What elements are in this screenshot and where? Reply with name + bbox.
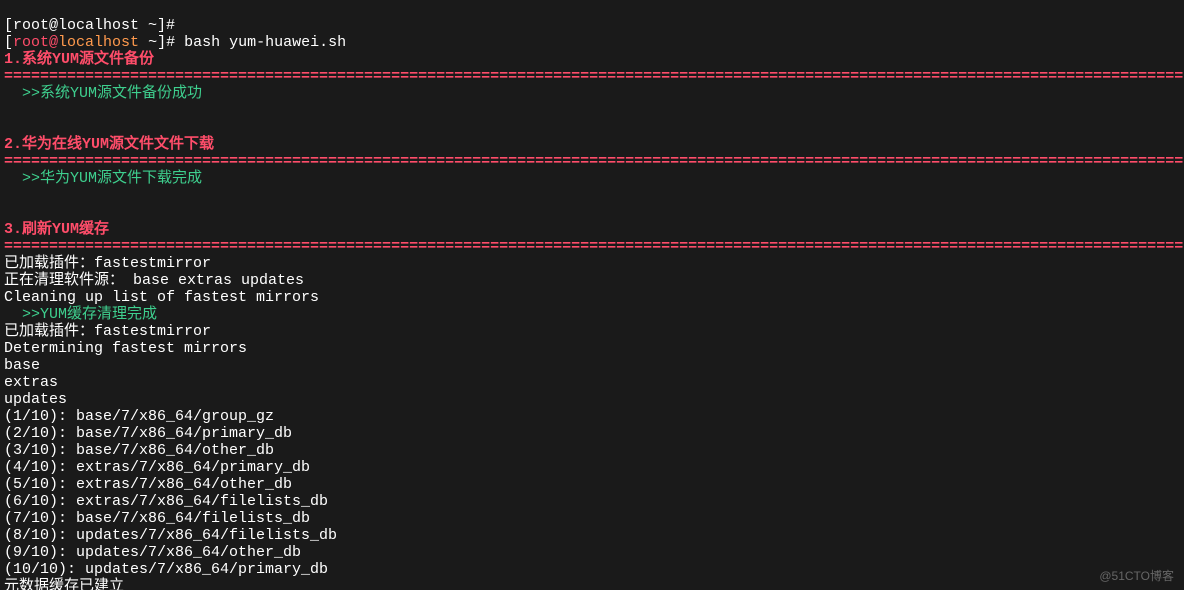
out-line: (5/10): extras/7/x86_64/other_db [4, 476, 292, 493]
blank [4, 204, 13, 221]
out-line: (4/10): extras/7/x86_64/primary_db [4, 459, 310, 476]
section3-title: 3.刷新YUM缓存 [4, 221, 109, 238]
terminal-output[interactable]: [root@localhost ~]# [root@localhost ~]# … [0, 0, 1184, 590]
watermark: @51CTO博客 [1099, 567, 1174, 584]
blank [4, 102, 13, 119]
section1-title: 1.系统YUM源文件备份 [4, 51, 154, 68]
command-text: bash yum-huawei.sh [184, 34, 346, 51]
prompt-line-0: [root@localhost ~]# [4, 17, 175, 34]
blank [4, 187, 13, 204]
out-line: Determining fastest mirrors [4, 340, 247, 357]
out-line: base [4, 357, 40, 374]
out-line: 已加载插件：fastestmirror [4, 323, 211, 340]
out-line: (7/10): base/7/x86_64/filelists_db [4, 510, 310, 527]
out-line: extras [4, 374, 58, 391]
out-line: (9/10): updates/7/x86_64/other_db [4, 544, 301, 561]
out-line: (3/10): base/7/x86_64/other_db [4, 442, 274, 459]
out-line: Cleaning up list of fastest mirrors [4, 289, 319, 306]
divider-2: ========================================… [4, 153, 1184, 170]
out-line: (6/10): extras/7/x86_64/filelists_db [4, 493, 328, 510]
divider-3: ========================================… [4, 238, 1184, 255]
out-line: (8/10): updates/7/x86_64/filelists_db [4, 527, 337, 544]
section1-success: >>系统YUM源文件备份成功 [4, 85, 202, 102]
out-line: (2/10): base/7/x86_64/primary_db [4, 425, 292, 442]
clean-success: >>YUM缓存清理完成 [4, 306, 157, 323]
out-line: updates [4, 391, 67, 408]
divider-1: ========================================… [4, 68, 1184, 85]
prompt-line-1: [root@localhost ~]# bash yum-huawei.sh [4, 34, 346, 51]
out-line: 已加载插件：fastestmirror [4, 255, 211, 272]
out-line: (1/10): base/7/x86_64/group_gz [4, 408, 274, 425]
out-line: 正在清理软件源： base extras updates [4, 272, 304, 289]
out-line: 元数据缓存已建立 [4, 578, 124, 590]
out-line: (10/10): updates/7/x86_64/primary_db [4, 561, 328, 578]
section2-title: 2.华为在线YUM源文件文件下载 [4, 136, 214, 153]
blank [4, 119, 13, 136]
section2-success: >>华为YUM源文件下载完成 [4, 170, 202, 187]
